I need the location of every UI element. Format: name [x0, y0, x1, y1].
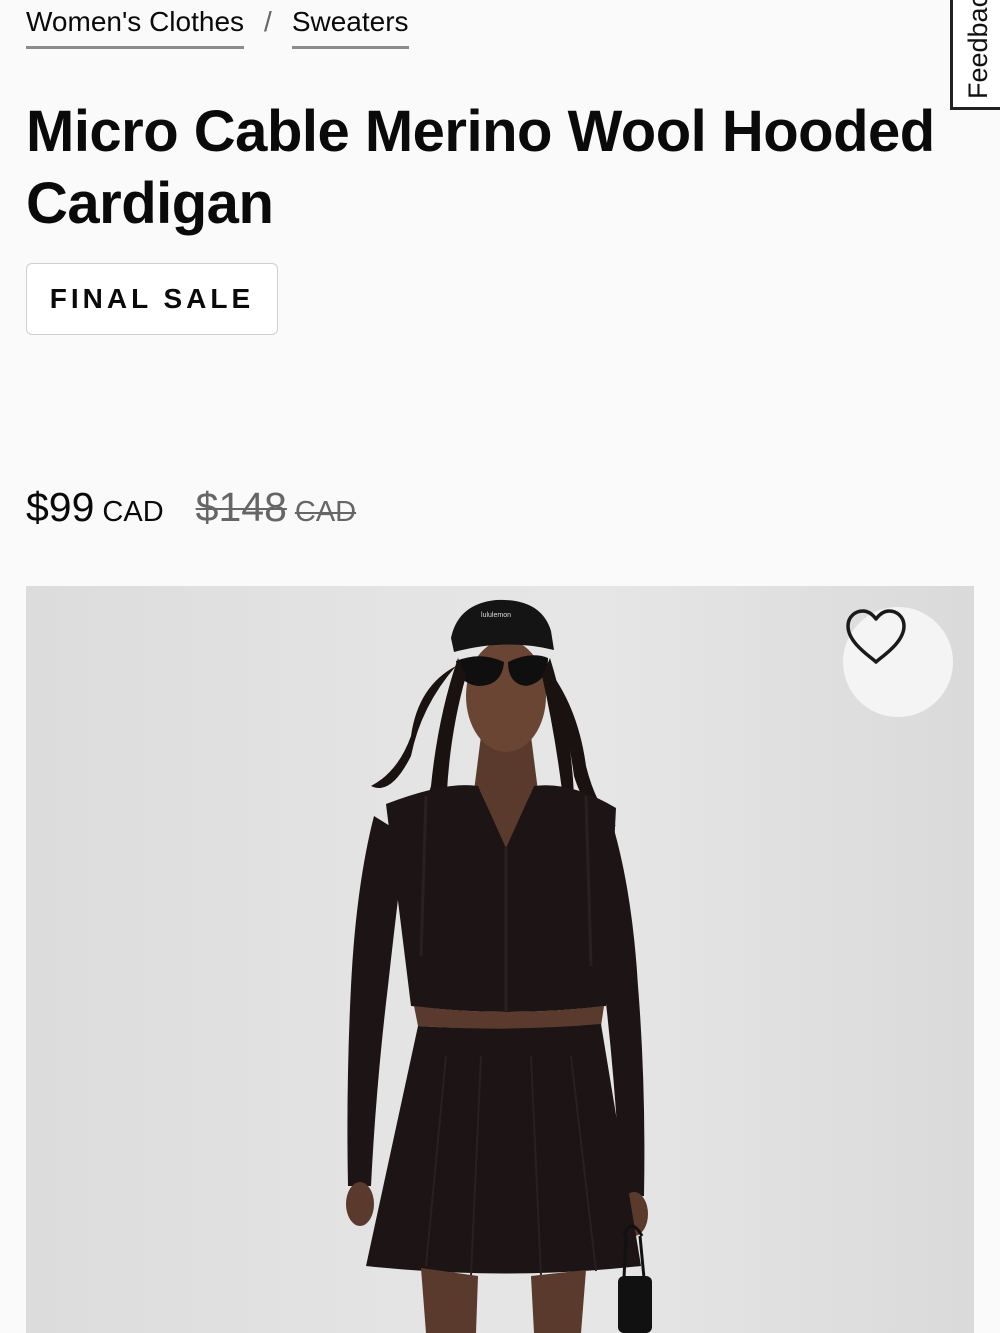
- original-price: $148 CAD: [196, 484, 356, 531]
- original-price-amount: $148: [195, 484, 287, 530]
- original-price-currency: CAD: [294, 496, 357, 528]
- feedback-tab[interactable]: Feedback: [950, 0, 1000, 110]
- final-sale-badge: FINAL SALE: [26, 263, 278, 335]
- product-image[interactable]: lululemon: [26, 586, 974, 1333]
- product-page: Women's Clothes / Sweaters Feedback Micr…: [0, 0, 1000, 1333]
- breadcrumb: Women's Clothes / Sweaters: [26, 0, 409, 52]
- cap-logo-text: lululemon: [481, 612, 511, 619]
- breadcrumb-womens-clothes[interactable]: Women's Clothes: [26, 0, 245, 49]
- model-illustration: lululemon: [346, 599, 652, 1333]
- current-price: $99: [26, 484, 95, 530]
- feedback-label: Feedback: [963, 0, 993, 99]
- heart-outline-icon: [846, 609, 906, 664]
- breadcrumb-separator: /: [264, 6, 272, 37]
- product-title: Micro Cable Merino Wool Hooded Cardigan: [26, 99, 935, 236]
- current-price-currency: CAD: [102, 496, 164, 528]
- breadcrumb-sweaters[interactable]: Sweaters: [291, 0, 409, 49]
- price-row: $99 CAD $148 CAD: [26, 484, 356, 548]
- wishlist-button[interactable]: [843, 607, 953, 717]
